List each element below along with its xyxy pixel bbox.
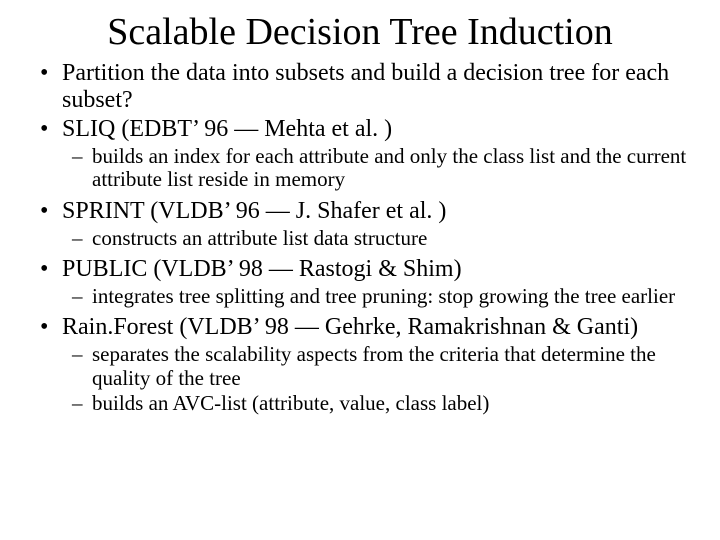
sub-bullet-item: separates the scalability aspects from t…: [92, 343, 692, 390]
bullet-item: SLIQ (EDBT’ 96 — Mehta et al. ) builds a…: [62, 116, 692, 192]
sub-bullet-item: builds an AVC-list (attribute, value, cl…: [92, 392, 692, 416]
slide-title: Scalable Decision Tree Induction: [28, 10, 692, 54]
sub-bullet-text: constructs an attribute list data struct…: [92, 226, 427, 250]
sub-bullet-item: constructs an attribute list data struct…: [92, 227, 692, 251]
sub-bullet-text: builds an AVC-list (attribute, value, cl…: [92, 391, 489, 415]
sub-bullet-list: constructs an attribute list data struct…: [62, 227, 692, 251]
slide: Scalable Decision Tree Induction Partiti…: [0, 0, 720, 540]
sub-bullet-text: integrates tree splitting and tree pruni…: [92, 284, 675, 308]
bullet-item: SPRINT (VLDB’ 96 — J. Shafer et al. ) co…: [62, 198, 692, 250]
sub-bullet-list: separates the scalability aspects from t…: [62, 343, 692, 416]
bullet-text: SLIQ (EDBT’ 96 — Mehta et al. ): [62, 116, 392, 142]
bullet-item: PUBLIC (VLDB’ 98 — Rastogi & Shim) integ…: [62, 256, 692, 308]
sub-bullet-text: separates the scalability aspects from t…: [92, 342, 656, 390]
bullet-item: Rain.Forest (VLDB’ 98 — Gehrke, Ramakris…: [62, 314, 692, 415]
bullet-list: Partition the data into subsets and buil…: [28, 60, 692, 416]
bullet-text: Rain.Forest (VLDB’ 98 — Gehrke, Ramakris…: [62, 314, 638, 340]
bullet-text: PUBLIC (VLDB’ 98 — Rastogi & Shim): [62, 256, 462, 282]
sub-bullet-list: builds an index for each attribute and o…: [62, 145, 692, 192]
sub-bullet-item: builds an index for each attribute and o…: [92, 145, 692, 192]
sub-bullet-text: builds an index for each attribute and o…: [92, 144, 686, 192]
sub-bullet-item: integrates tree splitting and tree pruni…: [92, 285, 692, 309]
bullet-text: SPRINT (VLDB’ 96 — J. Shafer et al. ): [62, 198, 446, 224]
sub-bullet-list: integrates tree splitting and tree pruni…: [62, 285, 692, 309]
bullet-item: Partition the data into subsets and buil…: [62, 60, 692, 114]
bullet-text: Partition the data into subsets and buil…: [62, 60, 669, 113]
